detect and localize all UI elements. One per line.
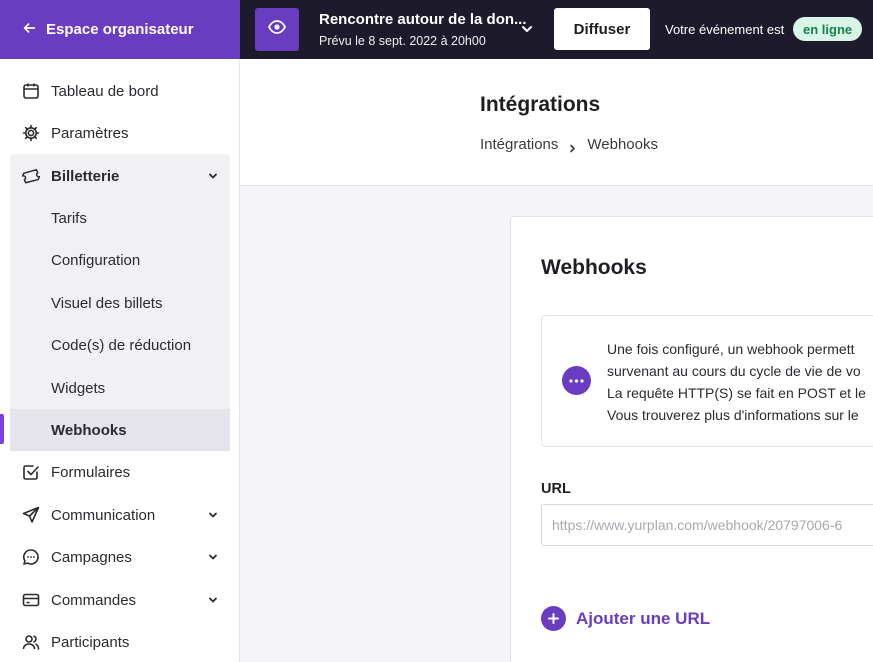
status-badge: en ligne	[793, 17, 863, 41]
sidebar-item-formulaires[interactable]: Formulaires	[10, 451, 230, 493]
sidebar-subitem-configuration[interactable]: Configuration	[10, 239, 230, 281]
event-title: Rencontre autour de la don...	[319, 11, 527, 28]
sidebar-item-billetterie[interactable]: Billetterie	[10, 155, 230, 197]
info-line: survenant au cours du cycle de vie de vo	[607, 363, 861, 379]
page-header: Intégrations Intégrations Webhooks	[240, 59, 873, 186]
sidebar-item-label: Communication	[51, 506, 156, 524]
sidebar-subitem-tarifs[interactable]: Tarifs	[10, 197, 230, 239]
url-input[interactable]	[541, 504, 873, 546]
chat-bubble-icon	[22, 548, 40, 566]
gear-icon	[22, 124, 40, 142]
sidebar-subitem-visuel-des-billets[interactable]: Visuel des billets	[10, 282, 230, 324]
breadcrumb: Intégrations Webhooks	[480, 136, 658, 153]
add-url-button[interactable]: Ajouter une URL	[541, 606, 710, 631]
info-dots-icon	[562, 366, 591, 395]
info-line: Une fois configuré, un webhook permett	[607, 341, 855, 357]
plus-circle-icon	[541, 606, 566, 631]
arrow-left-icon	[22, 21, 36, 39]
eye-icon	[267, 20, 287, 39]
add-url-label: Ajouter une URL	[576, 608, 711, 628]
sidebar-item-label: Paramètres	[51, 124, 129, 142]
info-text: Une fois configuré, un webhook permett s…	[607, 338, 866, 426]
sidebar-subitem-codes-de-reduction[interactable]: Code(s) de réduction	[10, 324, 230, 366]
sidebar-item-label: Billetterie	[51, 167, 120, 185]
sidebar-item-label: Tableau de bord	[51, 82, 159, 100]
sidebar-subitem-label: Configuration	[51, 251, 141, 269]
checkbox-icon	[22, 463, 40, 481]
calendar-icon	[22, 82, 40, 100]
back-to-organizer-link[interactable]: Espace organisateur	[0, 0, 240, 59]
chevron-down-icon	[206, 593, 220, 607]
breadcrumb-link-integrations[interactable]: Intégrations	[480, 136, 558, 153]
event-selector[interactable]: Rencontre autour de la don... Prévu le 8…	[319, 11, 527, 48]
sidebar-item-participants[interactable]: Participants	[10, 621, 230, 662]
users-icon	[22, 633, 40, 651]
ticket-icon	[22, 167, 40, 185]
preview-button[interactable]	[255, 8, 299, 51]
publish-button[interactable]: Diffuser	[554, 8, 650, 50]
sidebar-subitem-label: Tarifs	[51, 209, 87, 227]
url-label: URL	[541, 481, 571, 497]
chevron-down-icon	[206, 508, 220, 522]
event-status-text: Votre événement est	[665, 22, 785, 37]
info-line: Vous trouverez plus d'informations sur l…	[607, 407, 859, 423]
chevron-down-icon	[206, 169, 220, 183]
sidebar-item-tableau-de-bord[interactable]: Tableau de bord	[10, 70, 230, 112]
info-line: La requête HTTP(S) se fait en POST et le	[607, 385, 866, 401]
chevron-down-icon[interactable]	[520, 22, 534, 36]
breadcrumb-current: Webhooks	[587, 136, 658, 153]
sidebar-item-label: Campagnes	[51, 548, 132, 566]
send-icon	[22, 506, 40, 524]
sidebar-item-label: Participants	[51, 633, 130, 651]
sidebar-item-label: Commandes	[51, 591, 137, 609]
active-indicator	[0, 414, 4, 444]
sidebar-subitem-label: Widgets	[51, 379, 106, 397]
chevron-right-icon	[568, 140, 577, 153]
sidebar-item-parametres[interactable]: Paramètres	[10, 112, 230, 154]
org-link-label: Espace organisateur	[46, 21, 194, 38]
sidebar-subitem-widgets[interactable]: Widgets	[10, 367, 230, 409]
page-title: Intégrations	[480, 93, 601, 116]
sidebar-item-label: Formulaires	[51, 463, 131, 481]
sidebar-item-communication[interactable]: Communication	[10, 494, 230, 536]
chevron-down-icon	[206, 550, 220, 564]
sidebar-subitem-label: Code(s) de réduction	[51, 336, 192, 354]
sidebar-subitem-label: Webhooks	[51, 421, 127, 439]
sidebar-item-commandes[interactable]: Commandes	[10, 579, 230, 621]
event-date: Prévu le 8 sept. 2022 à 20h00	[319, 34, 486, 48]
credit-card-icon	[22, 591, 40, 609]
webhooks-card: Webhooks Une fois configuré, un webhook …	[510, 216, 873, 662]
sidebar-subitem-webhooks[interactable]: Webhooks	[10, 409, 230, 451]
sidebar-item-campagnes[interactable]: Campagnes	[10, 536, 230, 578]
info-box: Une fois configuré, un webhook permett s…	[541, 315, 873, 447]
sidebar-subitem-label: Visuel des billets	[51, 294, 163, 312]
card-title: Webhooks	[541, 256, 647, 279]
sidebar: Tableau de bord Paramètres Billetterie T…	[0, 59, 240, 662]
